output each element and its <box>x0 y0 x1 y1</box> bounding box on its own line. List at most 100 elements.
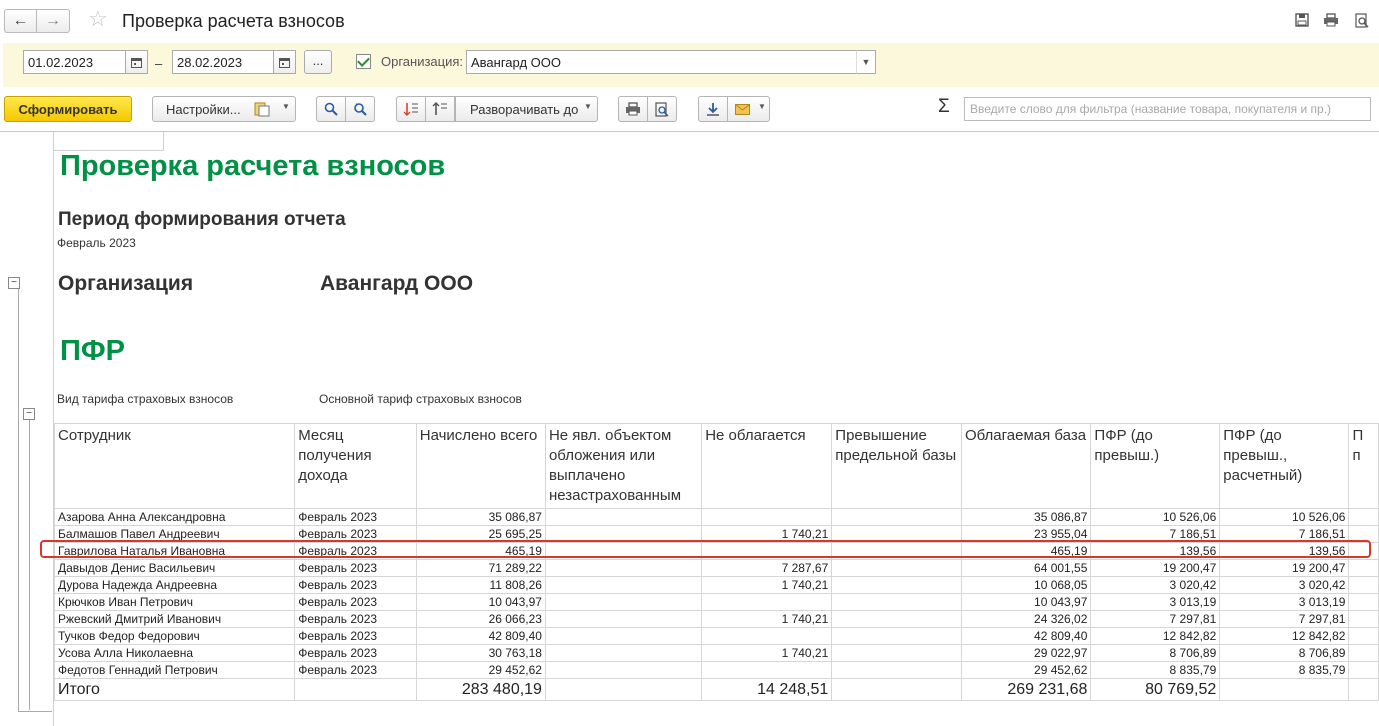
table-cell <box>1348 627 1379 645</box>
print-icon <box>626 102 640 116</box>
date-to-field[interactable]: 28.02.2023 <box>172 50 274 74</box>
total-cell <box>1219 678 1350 701</box>
table-row[interactable]: Азарова Анна Александровна Февраль 2023 35… <box>53 508 1379 526</box>
table-cell: 29 452,62 <box>415 661 546 679</box>
table-cell: 3 013,19 <box>1090 593 1221 611</box>
forward-button[interactable]: → <box>37 9 70 33</box>
table-row[interactable]: Дурова Надежда Андреевна Февраль 2023 11 8… <box>53 576 1379 594</box>
period-heading: Период формирования отчета <box>58 209 346 230</box>
tariff-label: Вид тарифа страховых взносов <box>57 392 234 406</box>
date-range-dash: – <box>155 56 163 71</box>
calendar-icon <box>131 57 142 68</box>
collapse-group-toggle[interactable]: − <box>8 277 20 289</box>
table-cell <box>701 661 833 679</box>
date-from-calendar-button[interactable] <box>126 50 148 74</box>
table-cell <box>1348 525 1379 543</box>
organization-dropdown-button[interactable]: ▼ <box>856 50 876 74</box>
table-cell: Февраль 2023 <box>294 644 417 662</box>
save-file-button[interactable] <box>698 96 728 122</box>
generate-button[interactable]: Сформировать <box>4 96 132 122</box>
print-button[interactable] <box>618 96 648 122</box>
table-row[interactable]: Балмашов Павел Андреевич Февраль 2023 25 6… <box>53 525 1379 543</box>
period-select-button[interactable]: ... <box>304 50 332 74</box>
table-cell <box>1348 559 1379 577</box>
organization-checkbox[interactable] <box>356 54 371 69</box>
organization-field[interactable]: Авангард ООО <box>466 50 858 74</box>
find-button[interactable] <box>316 96 346 122</box>
table-row[interactable]: Усова Алла Николаевна Февраль 2023 30 763,… <box>53 644 1379 662</box>
table-cell: Февраль 2023 <box>294 576 417 594</box>
search-next-icon <box>354 103 367 116</box>
parameters-panel: 01.02.2023 – 28.02.2023 ... Организация:… <box>3 43 1379 87</box>
table-cell: 8 835,79 <box>1090 661 1221 679</box>
group-tree-line <box>18 289 19 712</box>
sum-icon[interactable]: Σ <box>938 96 950 118</box>
total-cell <box>544 678 703 701</box>
date-from-field[interactable]: 01.02.2023 <box>23 50 126 74</box>
column-header: Не явл. объектом обложения или выплачено… <box>544 423 703 509</box>
report-title: Проверка расчета взносов <box>60 150 446 182</box>
preview-icon <box>655 101 669 117</box>
envelope-icon <box>735 103 750 115</box>
table-cell: 19 200,47 <box>1090 559 1221 577</box>
chevron-down-icon: ▼ <box>282 102 290 111</box>
collapse-group-toggle[interactable]: − <box>23 408 35 420</box>
table-cell: 42 809,40 <box>960 627 1092 645</box>
table-cell <box>831 542 962 560</box>
favorite-star-icon[interactable]: ☆ <box>88 6 108 32</box>
filter-input[interactable]: Введите слово для фильтра (название това… <box>964 97 1371 121</box>
table-cell: Февраль 2023 <box>294 542 417 560</box>
total-cell: 80 769,52 <box>1090 678 1221 701</box>
table-row[interactable]: Тучков Федор Федорович Февраль 2023 42 809… <box>53 627 1379 645</box>
table-cell: 30 763,18 <box>415 644 546 662</box>
expand-groups-icon <box>403 103 418 116</box>
collapse-all-button[interactable] <box>425 96 455 122</box>
group-tree-line <box>29 420 30 710</box>
total-cell: 269 231,68 <box>960 678 1092 701</box>
total-cell <box>831 678 962 701</box>
table-cell: 7 186,51 <box>1219 525 1350 543</box>
expand-to-button[interactable]: Разворачивать до ▼ <box>455 96 598 122</box>
table-cell <box>1348 542 1379 560</box>
table-cell: Балмашов Павел Андреевич <box>53 525 296 543</box>
table-cell: 1 740,21 <box>701 576 833 594</box>
date-to-calendar-button[interactable] <box>274 50 296 74</box>
table-row[interactable]: Крючков Иван Петрович Февраль 2023 10 043,… <box>53 593 1379 611</box>
settings-button[interactable]: Настройки... ▼ <box>152 96 296 122</box>
save-icon[interactable] <box>1293 11 1311 29</box>
print-icon[interactable] <box>1322 11 1340 29</box>
send-email-button[interactable]: ▼ <box>727 96 770 122</box>
expand-all-button[interactable] <box>396 96 426 122</box>
table-cell: Февраль 2023 <box>294 525 417 543</box>
table-cell: 1 740,21 <box>701 644 833 662</box>
table-cell <box>701 593 833 611</box>
back-button[interactable]: ← <box>4 9 37 33</box>
table-cell <box>544 525 703 543</box>
table-cell <box>831 508 962 526</box>
table-cell: Февраль 2023 <box>294 508 417 526</box>
table-cell: 465,19 <box>960 542 1092 560</box>
table-cell <box>831 576 962 594</box>
title-bar: ← → ☆ Проверка расчета взносов <box>0 0 1379 43</box>
organization-heading: Организация <box>58 272 194 295</box>
column-header: Начислено всего <box>415 423 546 509</box>
table-row[interactable]: Ржевский Дмитрий Иванович Февраль 2023 26 … <box>53 610 1379 628</box>
column-header: П п <box>1348 423 1379 509</box>
table-row[interactable]: Гаврилова Наталья Ивановна Февраль 2023 46… <box>53 542 1379 560</box>
preview-button[interactable] <box>647 96 677 122</box>
search-icon <box>324 102 338 116</box>
table-cell: 1 740,21 <box>701 525 833 543</box>
find-next-button[interactable] <box>345 96 375 122</box>
table-cell: 29 452,62 <box>960 661 1092 679</box>
table-row[interactable]: Федотов Геннадий Петрович Февраль 2023 29 … <box>53 661 1379 679</box>
table-cell <box>544 576 703 594</box>
table-cell: Февраль 2023 <box>294 610 417 628</box>
table-cell <box>831 610 962 628</box>
table-cell: 8 835,79 <box>1219 661 1350 679</box>
table-row[interactable]: Давыдов Денис Васильевич Февраль 2023 71 2… <box>53 559 1379 577</box>
table-cell <box>544 627 703 645</box>
table-cell <box>544 661 703 679</box>
table-header-row: Сотрудник Месяц получения дохода Начислено… <box>53 423 1379 509</box>
preview-icon[interactable] <box>1353 11 1371 29</box>
table-cell: 25 695,25 <box>415 525 546 543</box>
